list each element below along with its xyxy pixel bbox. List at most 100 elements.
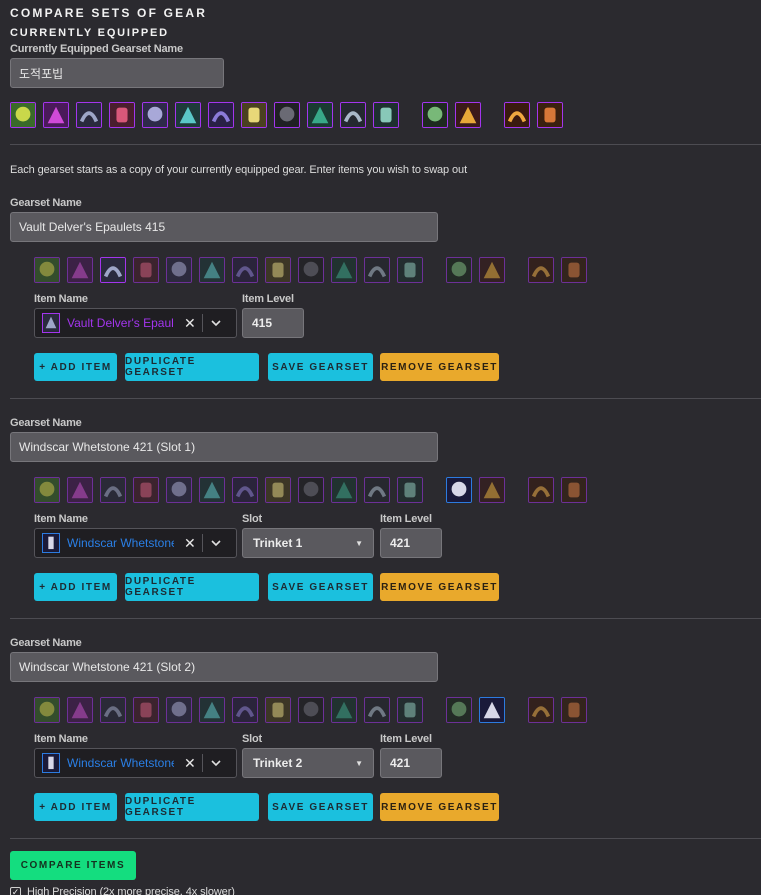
offhand-icon[interactable] — [561, 697, 587, 723]
legs-icon[interactable] — [274, 102, 300, 128]
shoulder-icon[interactable] — [100, 697, 126, 723]
chest-icon[interactable] — [166, 697, 192, 723]
slot-select[interactable]: Trinket 1 ▼ — [242, 528, 374, 558]
item-icon — [42, 753, 60, 773]
remove-gearset-button[interactable]: REMOVE GEARSET — [380, 573, 499, 601]
save-gearset-button[interactable]: SAVE GEARSET — [268, 573, 373, 601]
trinket2-icon[interactable] — [455, 102, 481, 128]
gearset-icon-row — [34, 257, 594, 285]
ring1-icon[interactable] — [364, 697, 390, 723]
trinket1-icon[interactable] — [422, 102, 448, 128]
chevron-down-icon[interactable] — [209, 536, 223, 550]
item-select[interactable]: Windscar Whetstone ✕ — [34, 748, 237, 778]
shoulder-icon[interactable] — [76, 102, 102, 128]
wrist-icon[interactable] — [199, 257, 225, 283]
add-item-button[interactable]: + ADD ITEM — [34, 793, 117, 821]
duplicate-gearset-button[interactable]: DUPLICATE GEARSET — [125, 573, 259, 601]
back-icon[interactable] — [109, 102, 135, 128]
trinket2-icon[interactable] — [479, 697, 505, 723]
mainhand-icon[interactable] — [528, 697, 554, 723]
add-item-button[interactable]: + ADD ITEM — [34, 353, 117, 381]
trinket1-icon[interactable] — [446, 477, 472, 503]
waist-icon[interactable] — [265, 477, 291, 503]
ring2-icon[interactable] — [397, 257, 423, 283]
head-icon[interactable] — [10, 102, 36, 128]
save-gearset-button[interactable]: SAVE GEARSET — [268, 793, 373, 821]
offhand-icon[interactable] — [561, 257, 587, 283]
checkbox[interactable]: ✓ — [10, 886, 21, 895]
legs-icon[interactable] — [298, 697, 324, 723]
chevron-down-icon[interactable] — [209, 316, 223, 330]
hands-icon[interactable] — [232, 477, 258, 503]
clear-icon[interactable]: ✕ — [184, 315, 196, 332]
waist-icon[interactable] — [265, 257, 291, 283]
offhand-icon[interactable] — [561, 477, 587, 503]
neck-icon[interactable] — [67, 697, 93, 723]
save-gearset-button[interactable]: SAVE GEARSET — [268, 353, 373, 381]
head-icon[interactable] — [34, 477, 60, 503]
wrist-icon[interactable] — [199, 697, 225, 723]
item-level-input[interactable]: 421 — [380, 528, 442, 558]
duplicate-gearset-button[interactable]: DUPLICATE GEARSET — [125, 793, 259, 821]
clear-icon[interactable]: ✕ — [184, 755, 196, 772]
gearset-name-input[interactable]: Vault Delver's Epaulets 415 — [10, 212, 438, 242]
chevron-down-icon[interactable] — [209, 756, 223, 770]
item-select[interactable]: Vault Delver's Epaulets ✕ — [34, 308, 237, 338]
waist-icon[interactable] — [241, 102, 267, 128]
back-icon[interactable] — [133, 477, 159, 503]
feet-icon[interactable] — [331, 257, 357, 283]
gearset-name-input[interactable]: Windscar Whetstone 421 (Slot 2) — [10, 652, 438, 682]
equipped-name-input[interactable]: 도적포빕 — [10, 58, 224, 88]
wrist-icon[interactable] — [199, 477, 225, 503]
wrist-icon[interactable] — [175, 102, 201, 128]
shoulder-icon[interactable] — [100, 257, 126, 283]
ring2-icon[interactable] — [397, 697, 423, 723]
mainhand-icon[interactable] — [528, 257, 554, 283]
compare-items-button[interactable]: COMPARE ITEMS — [10, 851, 136, 880]
item-level-input[interactable]: 415 — [242, 308, 304, 338]
neck-icon[interactable] — [67, 477, 93, 503]
offhand-icon[interactable] — [537, 102, 563, 128]
chest-icon[interactable] — [166, 257, 192, 283]
neck-icon[interactable] — [67, 257, 93, 283]
feet-icon[interactable] — [331, 477, 357, 503]
back-icon[interactable] — [133, 697, 159, 723]
neck-icon[interactable] — [43, 102, 69, 128]
remove-gearset-button[interactable]: REMOVE GEARSET — [380, 353, 499, 381]
trinket1-icon[interactable] — [446, 257, 472, 283]
clear-icon[interactable]: ✕ — [184, 535, 196, 552]
trinket1-icon[interactable] — [446, 697, 472, 723]
chest-icon[interactable] — [166, 477, 192, 503]
head-icon[interactable] — [34, 697, 60, 723]
mainhand-icon[interactable] — [528, 477, 554, 503]
gearset-name-input[interactable]: Windscar Whetstone 421 (Slot 1) — [10, 432, 438, 462]
item-select[interactable]: Windscar Whetstone ✕ — [34, 528, 237, 558]
head-icon[interactable] — [34, 257, 60, 283]
mainhand-icon[interactable] — [504, 102, 530, 128]
ring1-icon[interactable] — [364, 477, 390, 503]
hands-icon[interactable] — [208, 102, 234, 128]
legs-icon[interactable] — [298, 477, 324, 503]
back-icon[interactable] — [133, 257, 159, 283]
chest-icon[interactable] — [142, 102, 168, 128]
trinket2-icon[interactable] — [479, 257, 505, 283]
legs-icon[interactable] — [298, 257, 324, 283]
slot-select[interactable]: Trinket 2 ▼ — [242, 748, 374, 778]
hands-icon[interactable] — [232, 257, 258, 283]
remove-gearset-button[interactable]: REMOVE GEARSET — [380, 793, 499, 821]
waist-icon[interactable] — [265, 697, 291, 723]
item-level-input[interactable]: 421 — [380, 748, 442, 778]
ring1-icon[interactable] — [340, 102, 366, 128]
feet-icon[interactable] — [307, 102, 333, 128]
high-precision-option[interactable]: ✓ High Precision (2x more precise, 4x sl… — [10, 886, 235, 895]
duplicate-gearset-button[interactable]: DUPLICATE GEARSET — [125, 353, 259, 381]
ring2-icon[interactable] — [397, 477, 423, 503]
add-item-button[interactable]: + ADD ITEM — [34, 573, 117, 601]
hands-icon[interactable] — [232, 697, 258, 723]
gearset-icon-row — [34, 477, 594, 505]
ring2-icon[interactable] — [373, 102, 399, 128]
trinket2-icon[interactable] — [479, 477, 505, 503]
feet-icon[interactable] — [331, 697, 357, 723]
ring1-icon[interactable] — [364, 257, 390, 283]
shoulder-icon[interactable] — [100, 477, 126, 503]
